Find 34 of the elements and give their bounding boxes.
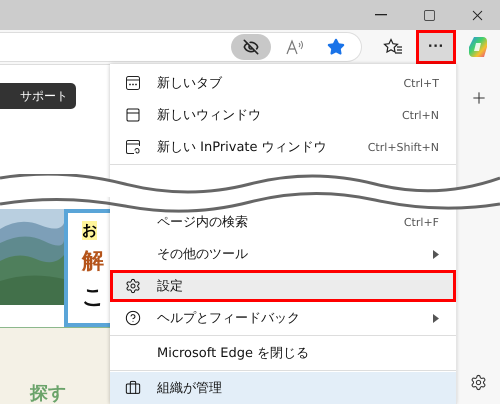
eye-off-icon — [243, 39, 259, 55]
shortcut-text: Ctrl+Shift+N — [368, 140, 439, 154]
star-icon — [327, 38, 345, 56]
menu-item[interactable]: 組織が管理 — [110, 372, 456, 404]
menu-item[interactable]: 設定 — [110, 270, 456, 302]
private-window-icon — [125, 139, 141, 155]
footer-heading: 探す — [30, 384, 66, 404]
menu-item[interactable]: 新しいウィンドウ Ctrl+N — [110, 99, 456, 131]
shortcut-text: Ctrl+F — [404, 216, 439, 228]
read-aloud-icon — [286, 39, 306, 55]
settings-icon — [470, 374, 487, 390]
tracking-prevention-button[interactable] — [231, 34, 271, 60]
window-icon — [125, 107, 141, 123]
maximize-icon — [422, 8, 436, 22]
card-heading: 解 — [82, 248, 105, 276]
settings-icon — [125, 278, 141, 294]
more-button[interactable]: ··· — [416, 30, 456, 64]
star-list-icon — [383, 38, 403, 56]
briefcase-icon — [125, 380, 141, 396]
menu-item[interactable]: Microsoft Edge を閉じる — [110, 337, 456, 369]
support-button[interactable]: サポート — [0, 83, 76, 109]
shortcut-text: Ctrl+T — [403, 76, 439, 90]
card-text: こ — [82, 284, 106, 312]
card-text: お — [82, 221, 97, 240]
address-bar[interactable] — [0, 32, 362, 62]
menu-item[interactable]: ページ内の検索 Ctrl+F — [110, 206, 456, 238]
new-tab-icon — [125, 75, 141, 91]
help-icon — [125, 310, 141, 326]
minimize-icon — [375, 14, 387, 16]
menu-item[interactable]: ヘルプとフィードバック — [110, 302, 456, 334]
shortcut-text: Ctrl+N — [402, 108, 439, 122]
menu-item[interactable]: その他のツール — [110, 238, 456, 270]
menu-item[interactable]: 新しいタブ Ctrl+T — [110, 67, 456, 99]
menu-item[interactable]: 新しい InPrivate ウィンドウ Ctrl+Shift+N — [110, 131, 456, 163]
